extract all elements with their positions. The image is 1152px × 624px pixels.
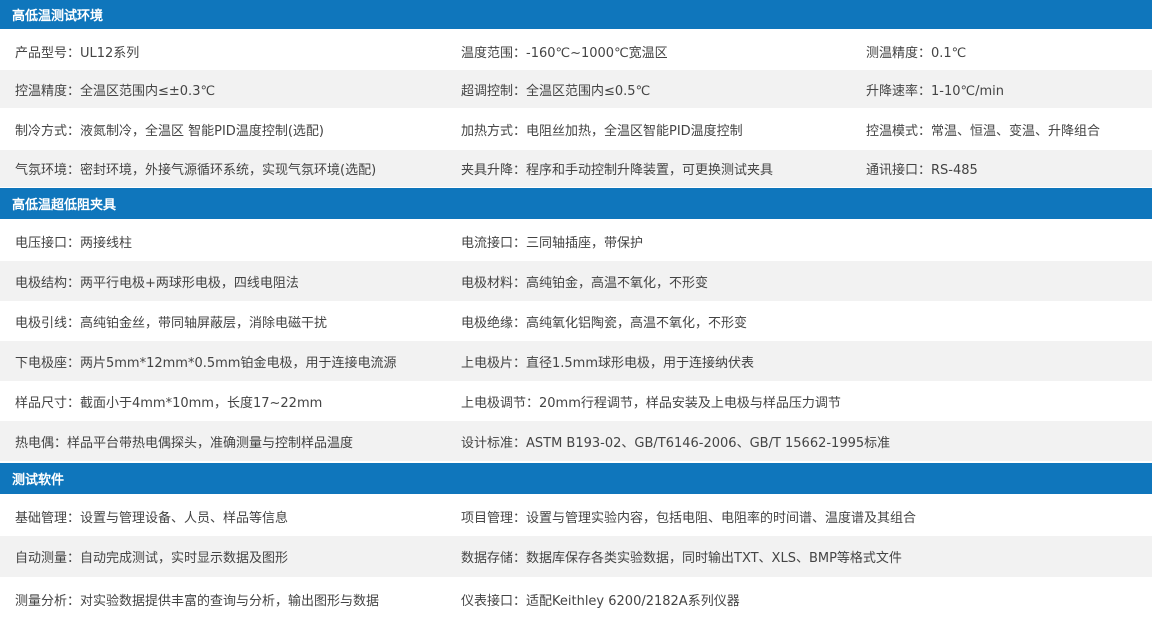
spec-cell: 数据存储：数据库保存各类实验数据，同时输出TXT、XLS、BMP等格式文件 [461,551,902,566]
spec-row: 下电极座：两片5mm*12mm*0.5mm铂金电极，用于连接电流源 上电极片：直… [0,341,1152,381]
section-title: 测试软件 [12,473,65,488]
spec-row: 测量分析：对实验数据提供丰富的查询与分析，输出图形与数据 仪表接口：适配Keit… [0,577,1152,621]
spec-cell: 项目管理：设置与管理实验内容，包括电阻、电阻率的时间谱、温度谱及其组合 [461,511,917,526]
spec-cell: 夹具升降：程序和手动控制升降装置，可更换测试夹具 [461,163,774,178]
section-header-test-environment: 高低温测试环境 [0,0,1152,29]
spec-cell: 上电极调节：20mm行程调节，样品安装及上电极与样品压力调节 [461,395,841,411]
spec-row: 制冷方式：液氮制冷，全温区 智能PID温度控制(选配) 加热方式：电阻丝加热，全… [0,108,1152,150]
section-header-fixture: 高低温超低阻夹具 [0,188,1152,219]
spec-cell: 电流接口：三同轴插座，带保护 [461,236,644,251]
spec-cell: 产品型号：UL12系列 [15,45,140,61]
spec-cell: 气氛环境：密封环境，外接气源循环系统，实现气氛环境(选配) [15,163,377,178]
spec-cell: 温度范围：-160℃~1000℃宽温区 [461,45,668,61]
spec-row: 产品型号：UL12系列 温度范围：-160℃~1000℃宽温区 测温精度：0.1… [0,32,1152,70]
spec-cell: 电极绝缘：高纯氧化铝陶瓷，高温不氧化，不形变 [461,315,748,331]
spec-cell: 测量分析：对实验数据提供丰富的查询与分析，输出图形与数据 [15,593,380,609]
spec-cell: 仪表接口：适配Keithley 6200/2182A系列仪器 [461,593,740,609]
spec-row: 基础管理：设置与管理设备、人员、样品等信息 项目管理：设置与管理实验内容，包括电… [0,497,1152,536]
spec-cell: 电压接口：两接线柱 [15,236,133,251]
spec-cell: 上电极片：直径1.5mm球形电极，用于连接纳伏表 [461,355,755,371]
spec-cell: 电极引线：高纯铂金丝，带同轴屏蔽层，消除电磁干扰 [15,315,328,331]
spec-cell: 电极结构：两平行电极+两球形电极，四线电阻法 [15,275,299,291]
spec-cell: 超调控制：全温区范围内≤0.5℃ [461,83,651,99]
spec-cell: 热电偶：样品平台带热电偶探头，准确测量与控制样品温度 [15,435,354,451]
spec-row: 电极结构：两平行电极+两球形电极，四线电阻法 电极材料：高纯铂金，高温不氧化，不… [0,261,1152,301]
spec-row: 气氛环境：密封环境，外接气源循环系统，实现气氛环境(选配) 夹具升降：程序和手动… [0,150,1152,187]
spec-row: 样品尺寸：截面小于4mm*10mm，长度17~22mm 上电极调节：20mm行程… [0,381,1152,421]
spec-row: 热电偶：样品平台带热电偶探头，准确测量与控制样品温度 设计标准：ASTM B19… [0,421,1152,461]
spec-cell: 基础管理：设置与管理设备、人员、样品等信息 [15,511,289,526]
spec-cell: 制冷方式：液氮制冷，全温区 智能PID温度控制(选配) [15,123,324,139]
spec-cell: 电极材料：高纯铂金，高温不氧化，不形变 [461,275,709,291]
spec-row: 控温精度：全温区范围内≤±0.3℃ 超调控制：全温区范围内≤0.5℃ 升降速率：… [0,70,1152,108]
spec-page: 高低温测试环境 产品型号：UL12系列 温度范围：-160℃~1000℃宽温区 … [0,0,1152,624]
spec-cell: 自动测量：自动完成测试，实时显示数据及图形 [15,551,289,566]
spec-cell: 下电极座：两片5mm*12mm*0.5mm铂金电极，用于连接电流源 [15,355,397,371]
spec-cell: 升降速率：1-10℃/min [866,83,1004,99]
spec-cell: 控温精度：全温区范围内≤±0.3℃ [15,83,216,99]
spec-cell: 通讯接口：RS-485 [866,163,978,178]
section-title: 高低温测试环境 [12,9,104,24]
spec-cell: 样品尺寸：截面小于4mm*10mm，长度17~22mm [15,395,323,411]
section-title: 高低温超低阻夹具 [12,198,117,213]
spec-cell: 加热方式：电阻丝加热，全温区智能PID温度控制 [461,123,743,139]
spec-row: 电压接口：两接线柱 电流接口：三同轴插座，带保护 [0,222,1152,261]
spec-cell: 设计标准：ASTM B193-02、GB/T6146-2006、GB/T 156… [461,435,891,451]
spec-row: 电极引线：高纯铂金丝，带同轴屏蔽层，消除电磁干扰 电极绝缘：高纯氧化铝陶瓷，高温… [0,301,1152,341]
section-header-software: 测试软件 [0,463,1152,494]
spec-cell: 控温模式：常温、恒温、变温、升降组合 [866,123,1101,139]
spec-row: 自动测量：自动完成测试，实时显示数据及图形 数据存储：数据库保存各类实验数据，同… [0,536,1152,577]
spec-cell: 测温精度：0.1℃ [866,45,967,61]
